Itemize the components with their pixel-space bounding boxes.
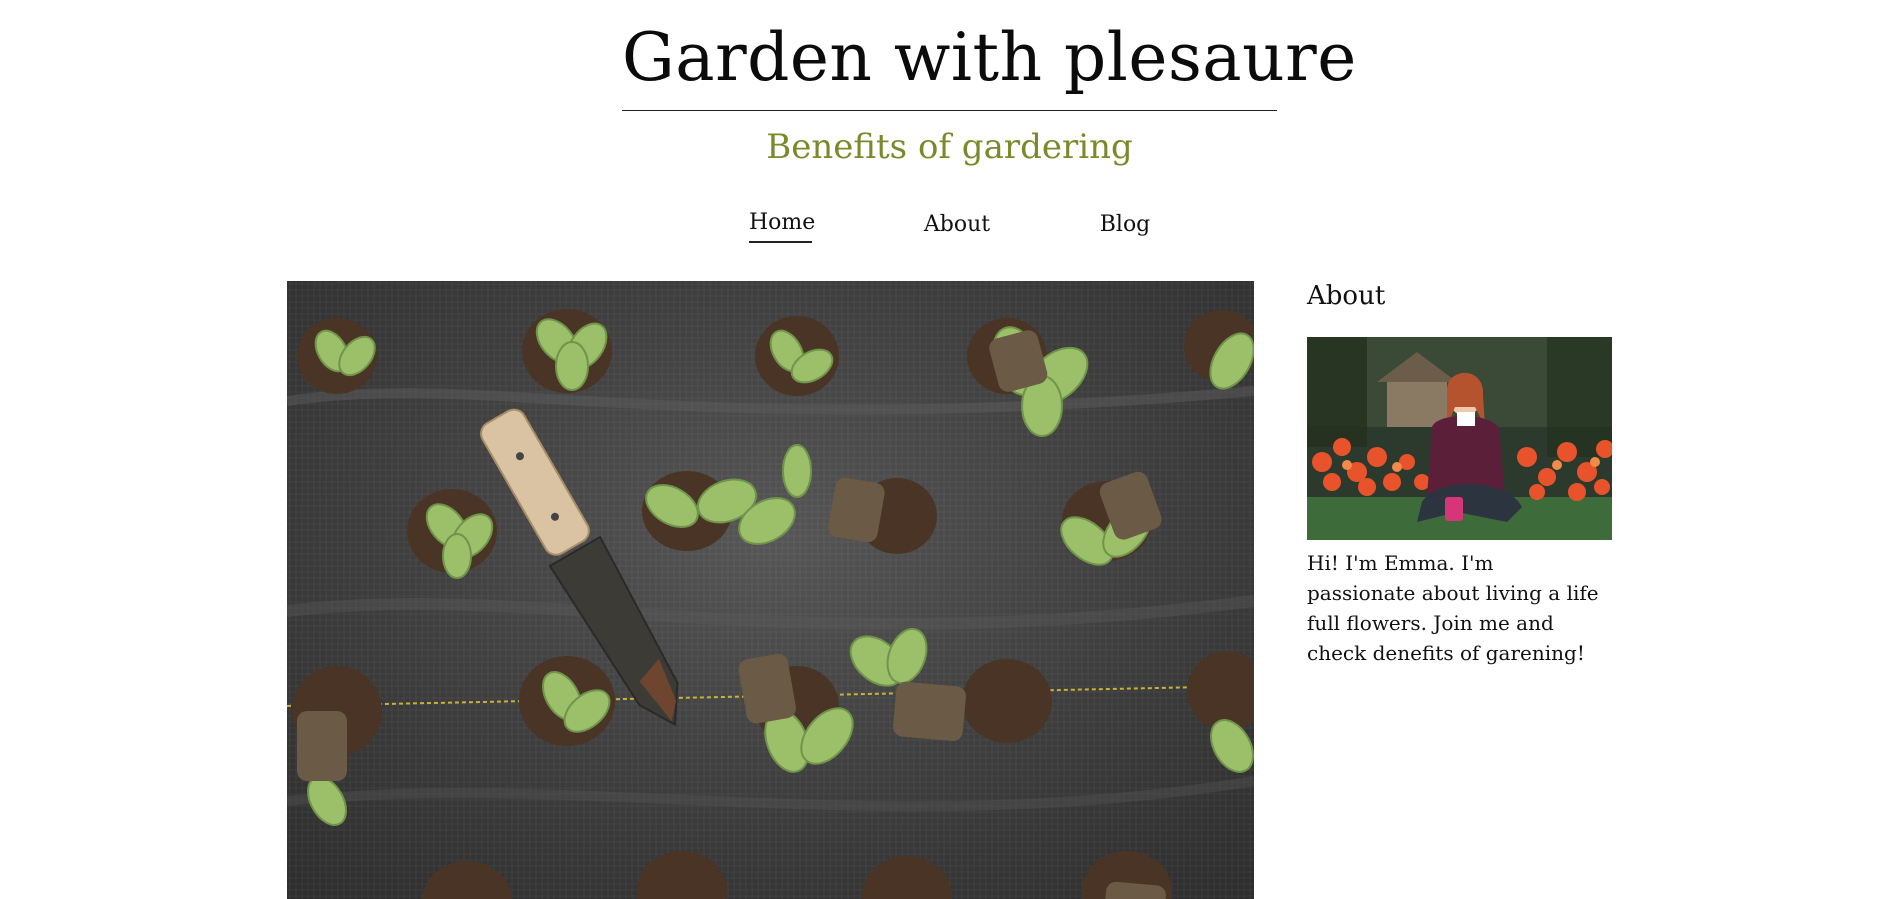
nav-link-home[interactable]: Home	[749, 205, 815, 243]
profile-photo	[1307, 337, 1612, 540]
sidebar-heading: About	[1307, 281, 1386, 311]
title-divider	[622, 110, 1277, 111]
page: Garden with plesaure Benefits of garderi…	[0, 0, 1900, 899]
nav-link-blog[interactable]: Blog	[1099, 205, 1151, 245]
sidebar: About Hi! I'm Emma. I'm passionate about…	[1307, 276, 1612, 668]
site-subtitle: Benefits of gardering	[766, 127, 1133, 167]
main-nav: Home About Blog	[0, 205, 1900, 245]
seedlings-garden-photo	[287, 281, 1254, 899]
bio-text: Hi! I'm Emma. I'm passionate about livin…	[1307, 551, 1599, 665]
nav-link-about[interactable]: About	[922, 205, 992, 245]
woman-in-flower-garden-photo	[1307, 337, 1612, 540]
site-title: Garden with plesaure	[622, 19, 1357, 96]
hero-photo	[287, 281, 1254, 899]
